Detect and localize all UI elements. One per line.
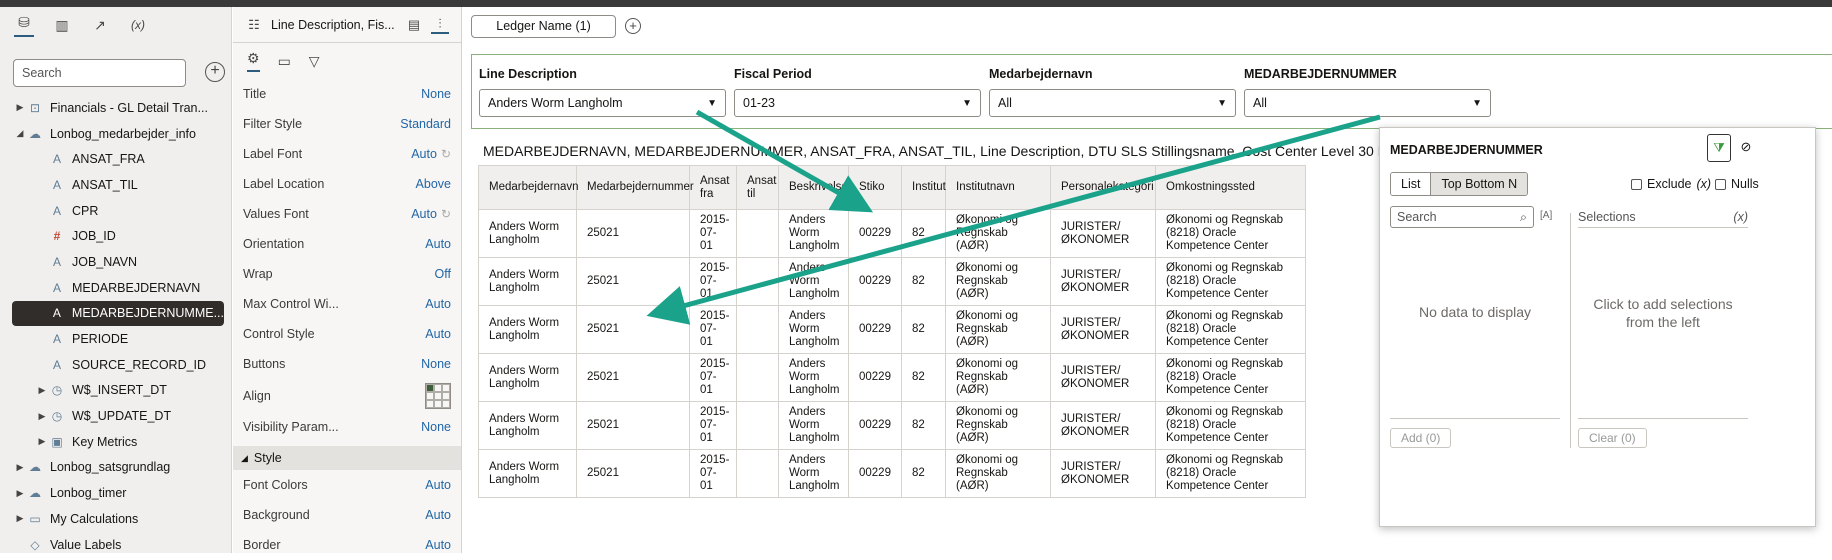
arrow-to-beskrivelse bbox=[695, 109, 874, 213]
arrow-to-medarbejdernummer bbox=[646, 114, 1381, 325]
annotation-arrows bbox=[646, 109, 1381, 325]
